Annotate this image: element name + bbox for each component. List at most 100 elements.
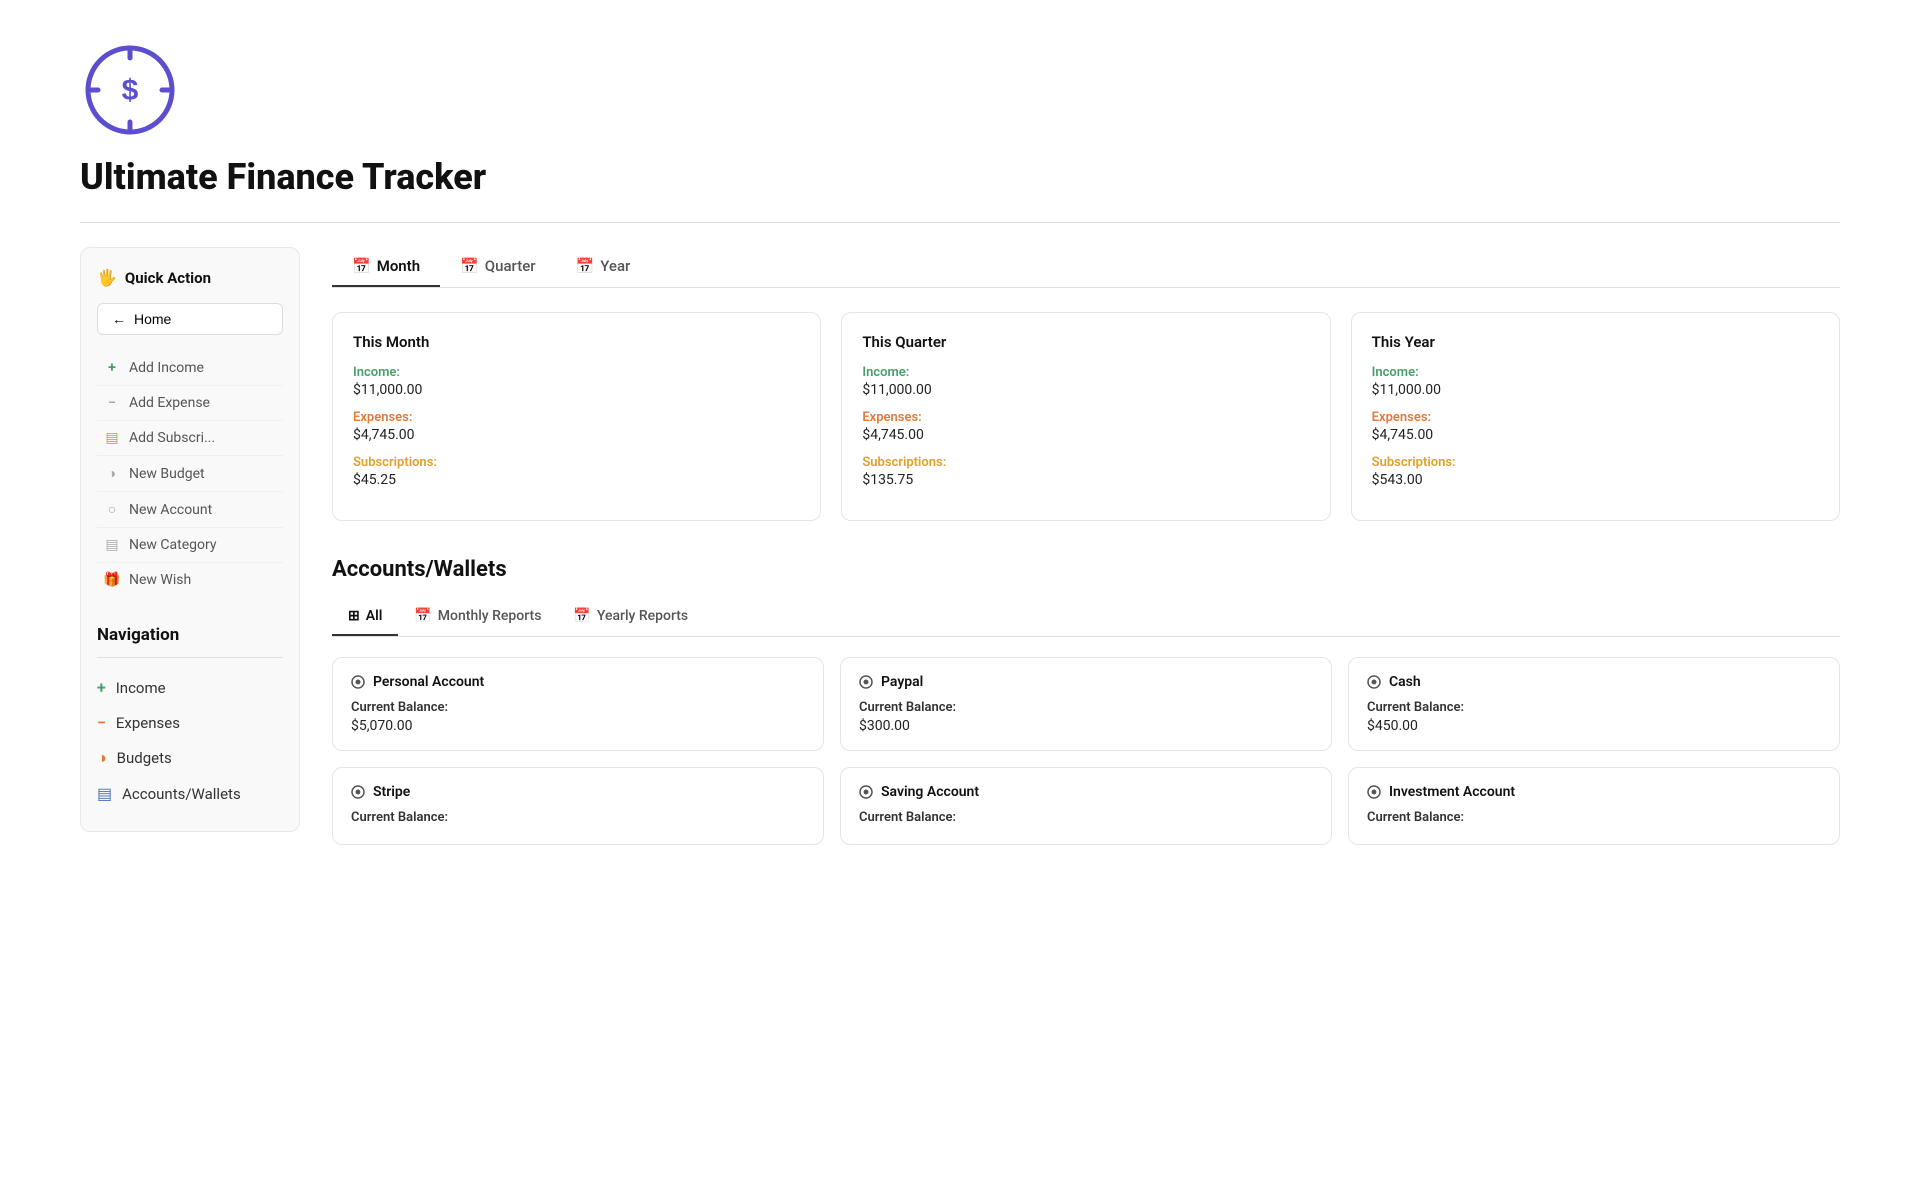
paypal-account-icon [859,675,873,689]
saving-balance-label: Current Balance: [859,810,1313,825]
tab-month[interactable]: 📅 Month [332,247,440,287]
navigation-section: Navigation + Income − Expenses ◑ Budgets… [97,625,283,811]
accounts-icon: ▤ [97,784,112,803]
logo-area: $ Ultimate Finance Tracker [80,40,1840,198]
main-divider [80,222,1840,223]
all-tab-icon: ⊞ [348,608,360,624]
accounts-tabs: ⊞ All 📅 Monthly Reports 📅 Yearly Reports [332,598,1840,637]
new-budget-action[interactable]: ◑ New Budget [97,456,283,492]
year-subscription-value: $543.00 [1372,472,1819,488]
main-content: 📅 Month 📅 Quarter 📅 Year This Month Inco… [332,247,1840,845]
investment-account-name: Investment Account [1367,784,1821,800]
nav-title: Navigation [97,625,283,645]
personal-account-name: Personal Account [351,674,805,690]
this-quarter-card: This Quarter Income: $11,000.00 Expenses… [841,312,1330,521]
month-income-label: Income: [353,365,800,380]
personal-balance-label: Current Balance: [351,700,805,715]
new-category-icon: ▤ [103,537,121,553]
nav-expenses-label: Expenses [116,714,180,732]
new-account-icon: ○ [103,501,121,518]
main-layout: 🖐 Quick Action ← Home + Add Income − Add… [80,247,1840,845]
saving-account-icon [859,785,873,799]
accounts-grid: Personal Account Current Balance: $5,070… [332,657,1840,845]
quick-action-icon: 🖐 [97,268,117,287]
nav-item-budgets[interactable]: ◑ Budgets [97,740,283,776]
quarter-income-label: Income: [862,365,1309,380]
nav-item-income[interactable]: + Income [97,670,283,705]
nav-item-accounts[interactable]: ▤ Accounts/Wallets [97,776,283,811]
month-tab-label: Month [377,257,420,275]
this-year-card: This Year Income: $11,000.00 Expenses: $… [1351,312,1840,521]
new-wish-action[interactable]: 🎁 New Wish [97,563,283,597]
quick-action-label: Quick Action [125,269,211,287]
accounts-tab-all[interactable]: ⊞ All [332,598,398,636]
month-subscription-value: $45.25 [353,472,800,488]
accounts-tab-monthly[interactable]: 📅 Monthly Reports [398,598,557,636]
tab-year[interactable]: 📅 Year [556,247,651,287]
personal-account-icon [351,675,365,689]
all-tab-label: All [366,608,383,624]
year-tab-icon: 📅 [576,257,595,275]
paypal-account-name: Paypal [859,674,1313,690]
new-account-action[interactable]: ○ New Account [97,492,283,528]
add-subscription-action[interactable]: ▤ Add Subscri... [97,421,283,456]
home-button[interactable]: ← Home [97,303,283,335]
summary-cards-row: This Month Income: $11,000.00 Expenses: … [332,312,1840,521]
new-budget-label: New Budget [129,466,205,482]
month-expense-value: $4,745.00 [353,427,800,443]
nav-accounts-label: Accounts/Wallets [122,785,241,803]
this-year-title: This Year [1372,333,1819,351]
monthly-reports-tab-label: Monthly Reports [438,608,542,624]
year-income-value: $11,000.00 [1372,382,1819,398]
stripe-account-name: Stripe [351,784,805,800]
add-income-action[interactable]: + Add Income [97,351,283,386]
nav-income-label: Income [116,679,166,697]
period-tabs: 📅 Month 📅 Quarter 📅 Year [332,247,1840,288]
cash-account-icon [1367,675,1381,689]
quarter-subscription-label: Subscriptions: [862,455,1309,470]
new-account-label: New Account [129,502,212,518]
accounts-section-title: Accounts/Wallets [332,557,1840,582]
quarter-subscription-value: $135.75 [862,472,1309,488]
year-tab-label: Year [600,257,630,275]
add-subscription-label: Add Subscri... [129,430,215,446]
year-subscription-label: Subscriptions: [1372,455,1819,470]
new-category-label: New Category [129,537,216,553]
budgets-icon: ◑ [97,748,107,768]
quarter-tab-icon: 📅 [460,257,479,275]
this-month-card: This Month Income: $11,000.00 Expenses: … [332,312,821,521]
quarter-expense-value: $4,745.00 [862,427,1309,443]
nav-item-expenses[interactable]: − Expenses [97,705,283,740]
stripe-balance-label: Current Balance: [351,810,805,825]
nav-divider [97,657,283,658]
year-expense-value: $4,745.00 [1372,427,1819,443]
sidebar: 🖐 Quick Action ← Home + Add Income − Add… [80,247,300,832]
stripe-account-icon [351,785,365,799]
month-tab-icon: 📅 [352,257,371,275]
add-expense-action[interactable]: − Add Expense [97,386,283,421]
add-income-icon: + [103,360,121,376]
quarter-expense-label: Expenses: [862,410,1309,425]
add-expense-icon: − [103,395,121,411]
tab-quarter[interactable]: 📅 Quarter [440,247,555,287]
quarter-tab-label: Quarter [485,257,536,275]
this-month-title: This Month [353,333,800,351]
home-arrow-icon: ← [112,311,126,327]
new-category-action[interactable]: ▤ New Category [97,528,283,563]
nav-budgets-label: Budgets [117,749,172,767]
year-income-label: Income: [1372,365,1819,380]
app-title: Ultimate Finance Tracker [80,156,486,198]
quarter-income-value: $11,000.00 [862,382,1309,398]
account-card-paypal: Paypal Current Balance: $300.00 [840,657,1332,751]
investment-balance-label: Current Balance: [1367,810,1821,825]
finance-tracker-icon: $ [80,40,180,140]
this-quarter-title: This Quarter [862,333,1309,351]
cash-balance-value: $450.00 [1367,718,1821,734]
account-card-investment: Investment Account Current Balance: [1348,767,1840,845]
month-income-value: $11,000.00 [353,382,800,398]
home-label: Home [134,311,171,327]
paypal-balance-label: Current Balance: [859,700,1313,715]
yearly-reports-tab-icon: 📅 [573,608,590,624]
add-expense-label: Add Expense [129,395,210,411]
accounts-tab-yearly[interactable]: 📅 Yearly Reports [557,598,704,636]
